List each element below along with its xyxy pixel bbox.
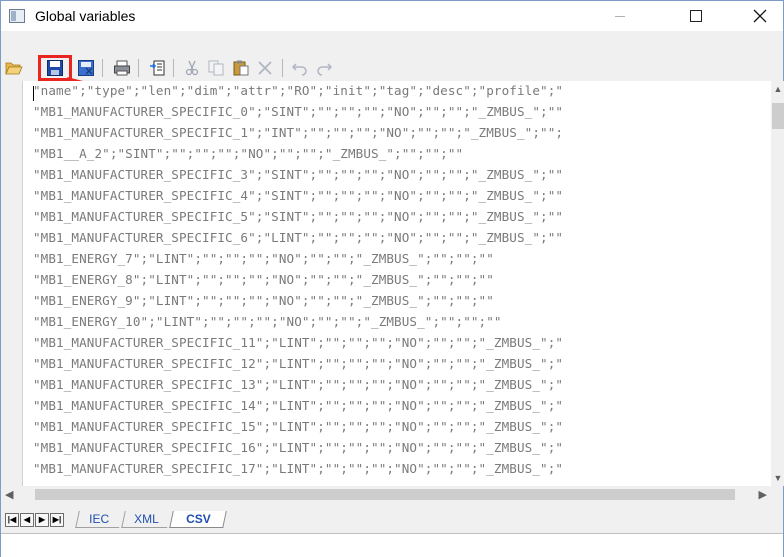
first-tab-button[interactable]: |◀ — [5, 513, 19, 527]
csv-line: "MB1_MANUFACTURER_SPECIFIC_6";"LINT";"";… — [33, 230, 564, 245]
copy-icon — [208, 60, 224, 76]
maximize-button[interactable] — [673, 1, 719, 31]
tab-csv[interactable]: CSV — [169, 511, 227, 528]
tab-xml[interactable]: XML — [121, 511, 171, 528]
csv-line: "MB1_MANUFACTURER_SPECIFIC_15";"LINT";""… — [33, 419, 564, 434]
vertical-scrollbar[interactable]: ▲ ▼ — [771, 81, 784, 486]
csv-line: "MB1_MANUFACTURER_SPECIFIC_16";"LINT";""… — [33, 440, 564, 455]
toolbar-separator — [173, 59, 174, 77]
tab-nav-buttons: |◀ ◀ ▶ ▶| — [5, 513, 64, 527]
undo-button[interactable] — [289, 57, 311, 79]
csv-line: "MB1_ENERGY_8";"LINT";"";"";"";"NO";"";"… — [33, 272, 494, 287]
vertical-scroll-thumb[interactable] — [772, 103, 784, 129]
folder-open-icon — [5, 62, 23, 75]
csv-line: "MB1_MANUFACTURER_SPECIFIC_0";"SINT";"";… — [33, 104, 564, 119]
toolbar-separator — [282, 59, 283, 77]
csv-line: "MB1_MANUFACTURER_SPECIFIC_13";"LINT";""… — [33, 377, 564, 392]
horizontal-scroll-thumb[interactable] — [35, 489, 735, 500]
redo-button[interactable] — [313, 57, 335, 79]
close-button[interactable] — [737, 1, 783, 31]
clipboard-icon — [233, 60, 249, 76]
prev-tab-button[interactable]: ◀ — [20, 513, 34, 527]
bottom-pane — [1, 533, 783, 557]
cut-button[interactable] — [181, 57, 203, 79]
csv-editor[interactable]: "name";"type";"len";"dim";"attr";"RO";"i… — [22, 81, 771, 486]
scroll-down-arrow[interactable]: ▼ — [771, 470, 784, 486]
delete-x-icon — [258, 61, 272, 75]
title-bar: Global variables — [1, 1, 783, 31]
copy-button[interactable] — [205, 57, 227, 79]
tab-label: CSV — [185, 512, 211, 526]
csv-line: "name";"type";"len";"dim";"attr";"RO";"i… — [33, 83, 564, 98]
window-app-icon — [9, 9, 25, 23]
undo-icon — [291, 63, 307, 76]
last-tab-button[interactable]: ▶| — [50, 513, 64, 527]
global-variables-window: Global variables "name";"type";"len";"di… — [0, 0, 784, 557]
csv-line: "MB1_MANUFACTURER_SPECIFIC_12";"LINT";""… — [33, 356, 564, 371]
csv-line: "MB1_MANUFACTURER_SPECIFIC_17";"LINT";""… — [33, 461, 564, 476]
csv-line: "MB1_ENERGY_7";"LINT";"";"";"";"NO";"";"… — [33, 251, 494, 266]
scroll-left-arrow[interactable]: ◀ — [5, 486, 13, 503]
csv-line: "MB1_MANUFACTURER_SPECIFIC_4";"SINT";"";… — [33, 188, 564, 203]
csv-line: "MB1_MANUFACTURER_SPECIFIC_1";"INT";"";"… — [33, 125, 564, 140]
csv-line: "MB1_ENERGY_10";"LINT";"";"";"";"NO";"";… — [33, 314, 502, 329]
csv-line: "MB1_MANUFACTURER_SPECIFIC_11";"LINT";""… — [33, 335, 564, 350]
paste-button[interactable] — [230, 57, 252, 79]
csv-line: "MB1_MANUFACTURER_SPECIFIC_5";"SINT";"";… — [33, 209, 564, 224]
open-folder-button[interactable] — [3, 57, 25, 79]
scroll-right-arrow[interactable]: ▶ — [759, 486, 767, 503]
tab-label: XML — [134, 512, 159, 526]
csv-line: "MB1_MANUFACTURER_SPECIFIC_14";"LINT";""… — [33, 398, 564, 413]
tab-label: IEC — [89, 512, 110, 526]
csv-line: "MB1_ENERGY_9";"LINT";"";"";"";"NO";"";"… — [33, 293, 494, 308]
csv-line: "MB1_MANUFACTURER_SPECIFIC_3";"SINT";"";… — [33, 167, 564, 182]
maximize-icon — [690, 10, 702, 22]
tab-iec[interactable]: IEC — [75, 511, 123, 528]
delete-button[interactable] — [254, 57, 276, 79]
scissors-icon — [185, 60, 199, 76]
csv-line: "MB1__A_2";"SINT";"";"";"";"NO";"";"";"_… — [33, 146, 464, 161]
redo-icon — [317, 63, 333, 76]
minimize-icon — [615, 15, 625, 17]
scroll-up-arrow[interactable]: ▲ — [771, 81, 784, 97]
close-icon — [753, 9, 767, 23]
horizontal-scrollbar[interactable]: ◀ ▶ — [1, 486, 771, 503]
next-tab-button[interactable]: ▶ — [35, 513, 49, 527]
window-title: Global variables — [35, 8, 136, 24]
minimize-button[interactable] — [597, 1, 643, 31]
